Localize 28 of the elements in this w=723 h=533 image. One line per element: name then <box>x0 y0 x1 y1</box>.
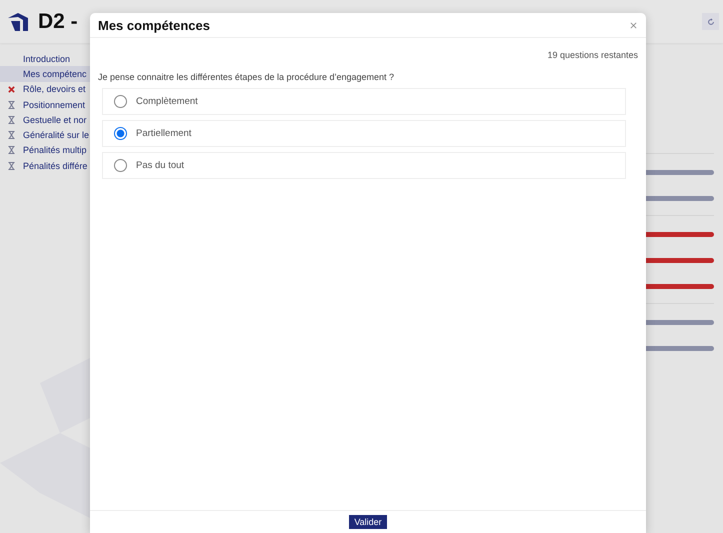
close-icon <box>630 22 637 28</box>
hourglass-icon <box>8 146 15 154</box>
answer-option[interactable]: Partiellement <box>102 120 626 147</box>
refresh-icon <box>706 18 714 26</box>
radio-button[interactable] <box>114 95 127 108</box>
sidebar-item[interactable]: Pénalités multip <box>0 142 90 158</box>
question-text: Je pense connaitre les différentes étapes de la procédure d’engagement ? <box>98 72 396 82</box>
sidebar-item[interactable]: Pénalités différe <box>0 158 90 174</box>
hourglass-icon <box>8 100 15 109</box>
answer-option[interactable]: Complètement <box>102 88 626 115</box>
submit-button[interactable]: Valider <box>349 515 387 529</box>
hourglass-icon <box>8 131 15 140</box>
radio-button[interactable] <box>114 159 127 172</box>
hourglass-icon <box>8 162 15 170</box>
sidebar-item[interactable]: Positionnement <box>0 96 90 112</box>
refresh-button[interactable] <box>702 13 719 30</box>
radio-button[interactable] <box>114 127 127 140</box>
sidebar-item[interactable]: Introduction <box>0 51 90 66</box>
sidebar-item[interactable]: Généralité sur le <box>0 127 90 143</box>
sidebar-item[interactable]: Mes compétenc <box>0 66 90 82</box>
sidebar-item[interactable]: Rôle, devoirs et <box>0 82 90 97</box>
page-title: D2 - <box>38 10 78 34</box>
sidebar-item[interactable]: Gestuelle et nor <box>0 112 90 128</box>
answer-option[interactable]: Pas du tout <box>102 152 626 179</box>
cross-icon <box>8 86 15 93</box>
dialog-title: Mes compétences <box>98 18 210 32</box>
remaining-count: 19 questions restantes <box>547 50 638 60</box>
hourglass-icon <box>8 116 15 124</box>
